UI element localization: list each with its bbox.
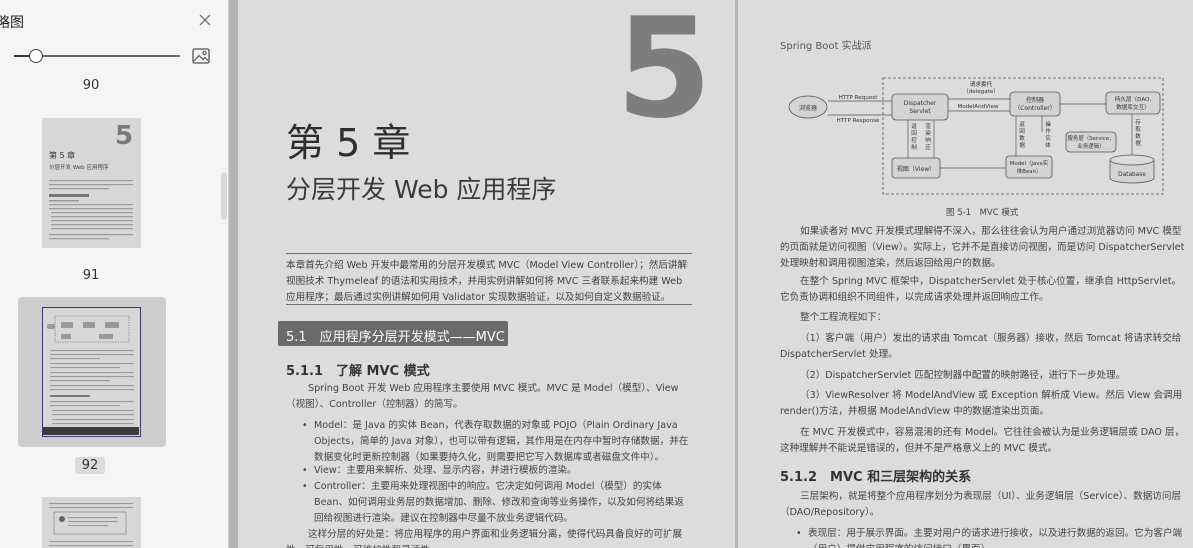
- bullet-item: Model：是 Java 的实体 Bean，代表存取数据的对象或 POJO（Pl…: [300, 418, 692, 466]
- render-response-label: 渲: [925, 122, 931, 130]
- controller-label: 控制器: [1026, 96, 1044, 104]
- running-header: Spring Boot 实战派: [780, 41, 872, 52]
- page-92: Spring Boot 实战派 浏览器 HTTP Request HTTP Re…: [738, 0, 1193, 548]
- return-control-label: 回: [911, 130, 917, 137]
- thumbnail-page-number: 90: [82, 78, 100, 93]
- return-control-label: 制: [911, 143, 917, 151]
- service-label: 业务逻辑）: [1078, 142, 1105, 150]
- figure-caption: 图 5-1 MVC 模式: [946, 208, 1019, 218]
- model-label: Model（Java实: [1010, 159, 1049, 167]
- divider: [286, 253, 692, 254]
- render-response-label: 响: [925, 136, 931, 144]
- thumbnail-image: [42, 307, 141, 437]
- persistence-label: 持久层（DAO,: [1115, 95, 1152, 103]
- thumbnail-page-92[interactable]: [18, 297, 166, 447]
- chapter-intro: 本章首先介绍 Web 开发中最常用的分层开发模式 MVC（Model View …: [286, 260, 688, 303]
- return-data-label: 回: [1019, 128, 1025, 135]
- controller-node: [1009, 91, 1061, 117]
- thumbnail-size-slider[interactable]: [14, 49, 180, 63]
- thumbnail-page-number: 91: [82, 268, 100, 283]
- persistence-label: 数据库交互）: [1116, 103, 1150, 111]
- http-request-label: HTTP Request: [839, 95, 879, 101]
- bullet-item: Controller：主要用来处理视图中的响应。它决定如何调用 Model（模型…: [300, 479, 692, 527]
- delegate-label: 请求委托: [970, 80, 993, 88]
- paragraph: Spring Boot 开发 Web 应用程序主要使用 MVC 模式。MVC 是…: [286, 383, 679, 410]
- slider-thumb[interactable]: [29, 49, 43, 63]
- service-label: 服务层（Service，: [1068, 134, 1115, 142]
- svg-text:第 5 章: 第 5 章: [49, 150, 75, 160]
- zoom-min-icon: ): [0, 47, 1, 62]
- model-label: 体Bean）: [1017, 167, 1042, 175]
- render-response-label: 应: [925, 143, 931, 151]
- image-icon[interactable]: [192, 48, 210, 64]
- return-data-label: 据: [1019, 141, 1025, 149]
- subsection-title: 5.1.1 了解 MVC 模式: [286, 364, 430, 379]
- model-and-view-label: ModelAndView: [958, 104, 999, 110]
- thumbnail-page-number-selected: 92: [75, 457, 105, 474]
- paragraph: 在 MVC 开发模式中，容易混淆的还有 Model。它往往会被认为是业务逻辑层或…: [780, 427, 1185, 454]
- mvc-diagram: 浏览器 HTTP Request HTTP Response Dispatche…: [788, 77, 1164, 195]
- thumbnail-page-93[interactable]: [18, 487, 166, 548]
- dispatcher-node: [891, 93, 949, 121]
- paragraph: 三层架构，就是将整个应用程序划分为表现层（UI）、业务逻辑层（Service）、…: [780, 491, 1182, 518]
- dispatcher-label: Servlet: [909, 108, 931, 115]
- render-response-label: 染: [925, 129, 931, 137]
- delegate-label: （delegate）: [963, 88, 999, 95]
- database-node-top: [1109, 154, 1155, 166]
- pdf-reader-window: 略图 ) 90 5 第 5 章 分层开发 Web 应用程序: [0, 0, 1193, 548]
- store-data-label: 数: [1135, 132, 1141, 140]
- store-data-label: 存: [1135, 118, 1141, 126]
- bullet-item: View：主要用来解析、处理、显示内容，并进行模板的渲染。: [300, 463, 692, 479]
- operate-entity-label: 体: [1045, 141, 1051, 149]
- return-control-label: 返: [911, 123, 917, 130]
- paragraph: 在整个 Spring MVC 框架中，DispatcherServlet 处于核…: [780, 276, 1182, 303]
- operate-entity-label: 操: [1045, 120, 1051, 128]
- thumbnail-page-91[interactable]: 5 第 5 章 分层开发 Web 应用程序: [18, 106, 166, 256]
- paragraph: （2）DispatcherServlet 匹配控制器中配置的映射路径，进行下一步…: [800, 370, 1126, 381]
- thumbnail-image: 5 第 5 章 分层开发 Web 应用程序: [42, 118, 141, 248]
- paragraph: 如果读者对 MVC 开发模式理解得不深入，那么往往会认为用户通过浏览器访问 MV…: [780, 226, 1185, 269]
- view-label: 视图（View）: [897, 165, 935, 173]
- return-data-label: 数: [1019, 134, 1025, 142]
- return-data-label: 返: [1019, 121, 1025, 128]
- document-viewer[interactable]: 5 第 5 章 分层开发 Web 应用程序 本章首先介绍 Web 开发中最常用的…: [230, 0, 1193, 548]
- thumbnail-image: [42, 497, 141, 548]
- svg-text:5: 5: [115, 121, 133, 151]
- sidebar-title: 略图: [0, 15, 24, 31]
- paragraph: （1）客户端（用户）发出的请求由 Tomcat（服务器）接收，然后 Tomcat…: [780, 333, 1182, 360]
- divider: [286, 304, 692, 305]
- controller-label: （Controller）: [1014, 105, 1056, 112]
- paragraph: （3）ViewResolver 将 ModelAndView 或 Excepti…: [780, 390, 1183, 417]
- chapter-title: 第 5 章: [286, 121, 411, 165]
- return-control-label: 控: [911, 136, 917, 144]
- chapter-subtitle: 分层开发 Web 应用程序: [286, 175, 557, 204]
- http-response-label: HTTP Response: [837, 118, 881, 124]
- bullet-item: 表现层：用于展示界面。主要对用户的请求进行接收，以及进行数据的返回。它为客户端（…: [794, 526, 1186, 548]
- paragraph: 整个工程流程如下：: [800, 312, 887, 323]
- section-title: 5.1 应用程序分层开发模式——MVC: [286, 330, 505, 345]
- operate-entity-label: 实: [1045, 134, 1051, 142]
- sidebar-scrollbar[interactable]: [221, 172, 227, 220]
- chapter-number-graphic: 5: [616, 0, 712, 149]
- database-label: Database: [1118, 172, 1146, 178]
- section-heading: 5.1 应用程序分层开发模式——MVC: [278, 321, 508, 346]
- paragraph: 这样分层的好处是：将应用程序的用户界面和业务逻辑分离，使得代码具备良好的可扩展性…: [286, 529, 683, 548]
- subsection-title: 5.1.2 MVC 和三层架构的关系: [780, 470, 972, 485]
- store-data-label: 据: [1135, 139, 1141, 147]
- dispatcher-label: Dispatcher: [904, 100, 937, 107]
- operate-entity-label: 作: [1045, 127, 1051, 135]
- store-data-label: 取: [1135, 126, 1141, 133]
- thumbnail-sidebar: 略图 ) 90 5 第 5 章 分层开发 Web 应用程序: [0, 0, 229, 548]
- svg-text:分层开发 Web 应用程序: 分层开发 Web 应用程序: [49, 163, 109, 171]
- browser-label: 浏览器: [799, 104, 817, 112]
- page-91: 5 第 5 章 分层开发 Web 应用程序 本章首先介绍 Web 开发中最常用的…: [238, 0, 735, 548]
- close-icon[interactable]: [197, 12, 213, 28]
